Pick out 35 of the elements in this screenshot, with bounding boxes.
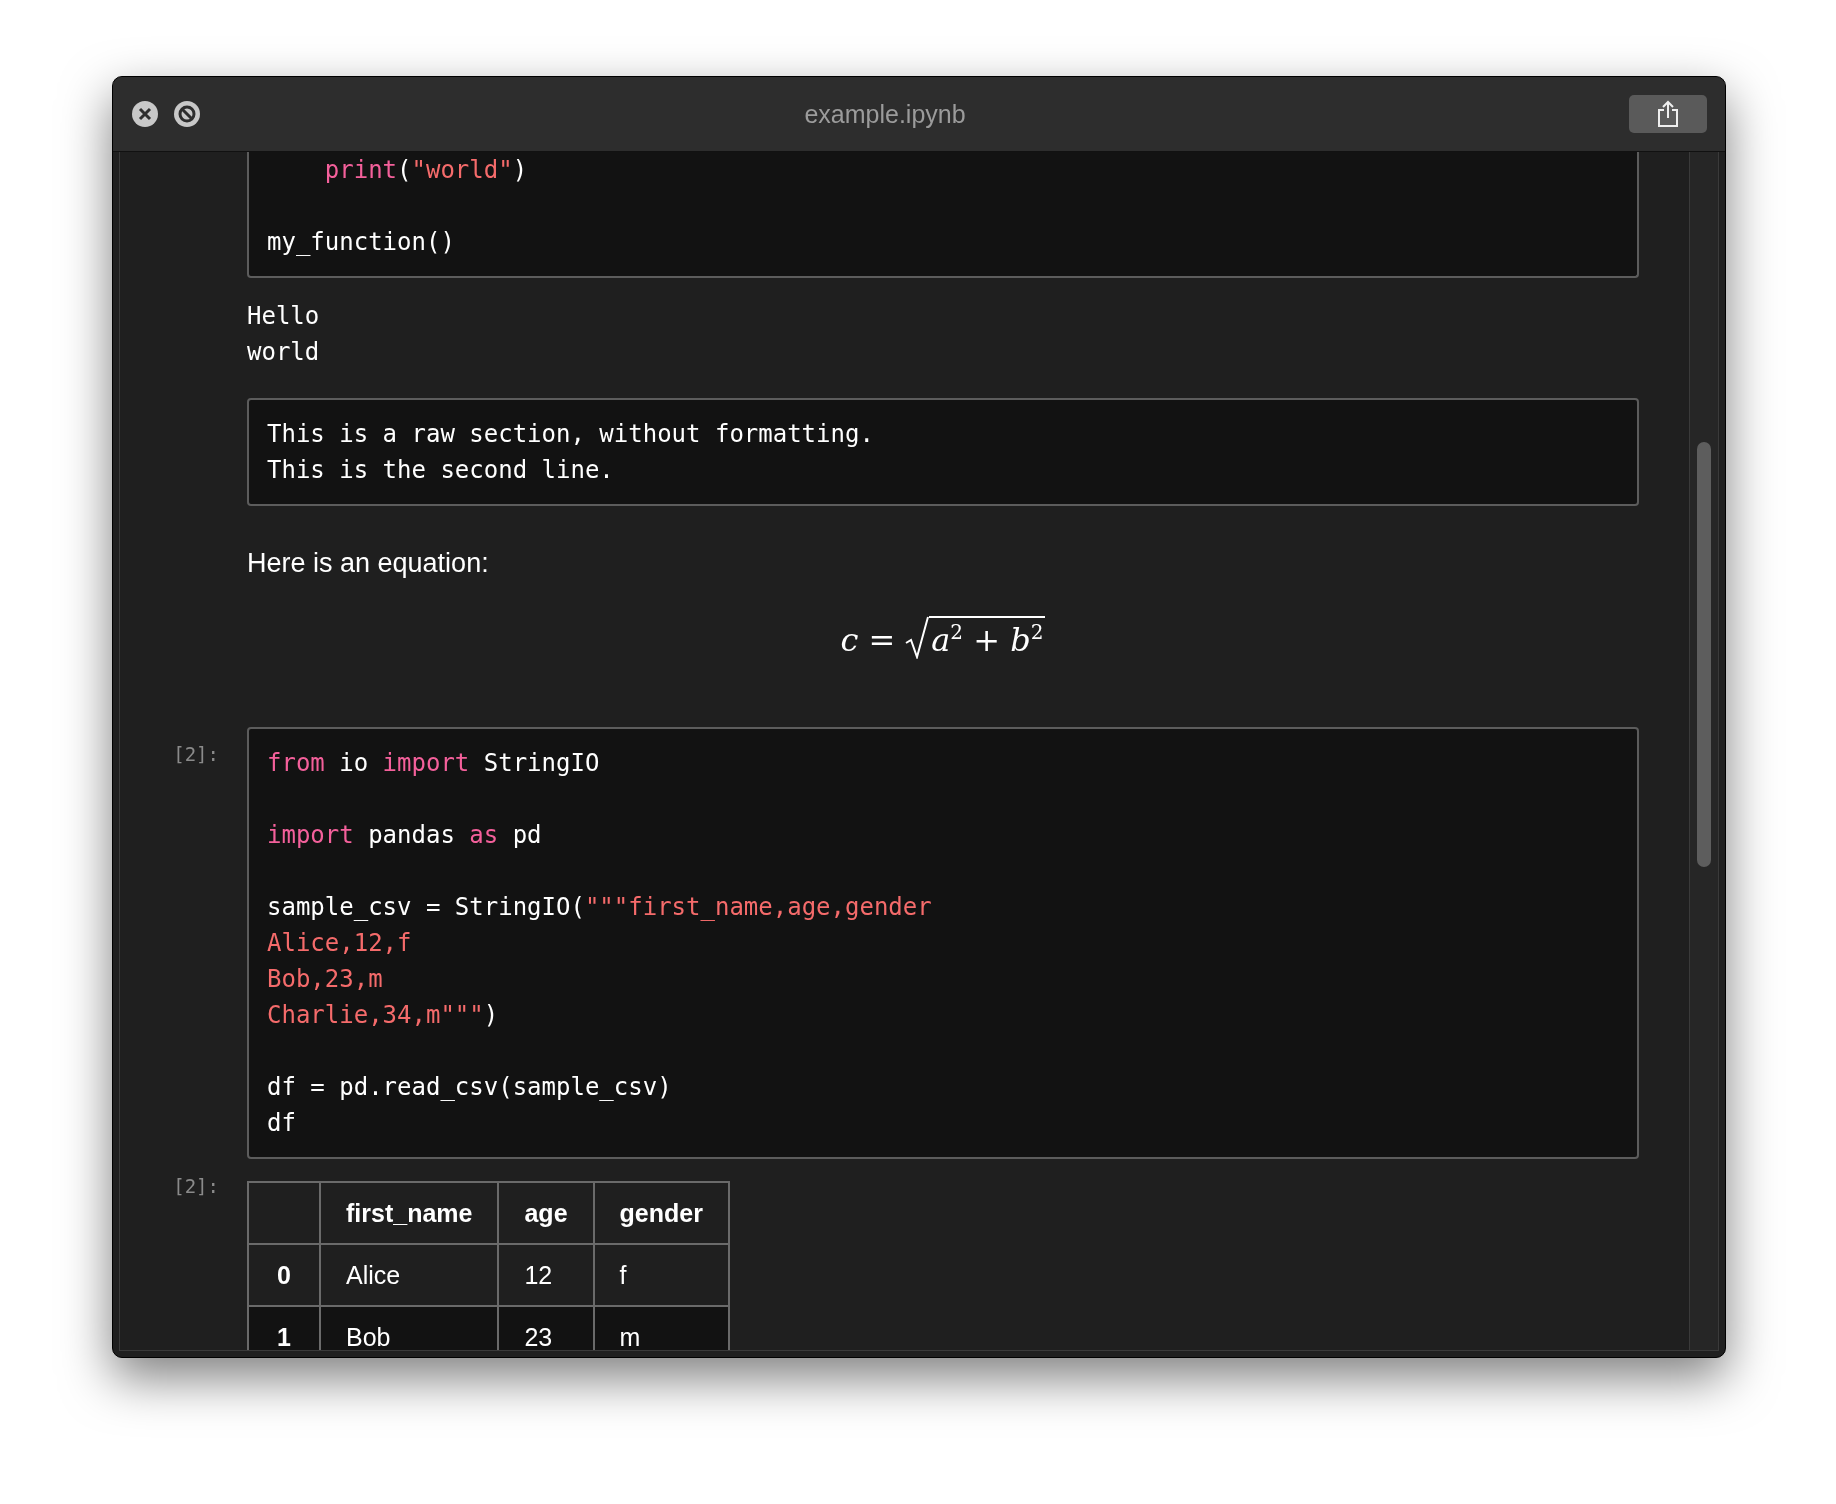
code-line: print("world") bbox=[323, 155, 529, 186]
table-cell: m bbox=[593, 1306, 729, 1350]
code-line: Charlie,34,m""") bbox=[267, 1000, 500, 1031]
code-line: sample_csv = StringIO("""first_name,age,gender bbox=[267, 892, 933, 923]
table-header: gender bbox=[593, 1182, 729, 1244]
code-line: Bob,23,m bbox=[267, 964, 384, 995]
raw-line: This is the second line. bbox=[267, 455, 615, 486]
scrollbar-thumb[interactable] bbox=[1697, 442, 1711, 867]
code-line: df bbox=[267, 1108, 297, 1139]
code-line: my_function() bbox=[267, 227, 456, 258]
slashed-circle-icon[interactable] bbox=[173, 100, 201, 128]
code-cell[interactable]: from io import StringIO import pandas as pd sample_csv = StringIO("""first_name,age,gender Alice,12,f Bob,23,m Charlie,34,m""") df = pd.read_csv(sample_csv) df bbox=[247, 727, 1639, 1159]
code-line: from io import StringIO bbox=[267, 748, 601, 779]
equation: c = a$^{2}$ + b$^{2}$ bbox=[247, 579, 1639, 727]
table-cell: Bob bbox=[320, 1306, 499, 1350]
window-title: example.ipynb bbox=[803, 99, 967, 129]
cell-prompt: [2]: bbox=[172, 1174, 220, 1199]
share-icon bbox=[1657, 100, 1679, 128]
share-button[interactable] bbox=[1629, 95, 1707, 133]
radical-sign-icon bbox=[905, 615, 930, 659]
output-line: Hello bbox=[247, 302, 320, 330]
cell-prompt: [2]: bbox=[172, 742, 220, 767]
row-index: 1 bbox=[248, 1306, 320, 1350]
table-cell: 23 bbox=[498, 1306, 594, 1350]
code-line: df = pd.read_csv(sample_csv) bbox=[267, 1072, 673, 1103]
output-line: world bbox=[247, 338, 320, 366]
table-header: first_name bbox=[320, 1182, 499, 1244]
raw-cell[interactable]: This is a raw section, without formatting. This is the second line. bbox=[247, 398, 1639, 506]
code-cell[interactable]: print("world") my_function() bbox=[247, 152, 1639, 278]
raw-line: This is a raw section, without formatting. bbox=[267, 419, 875, 450]
markdown-text: Here is an equation: bbox=[247, 548, 489, 578]
code-line: Alice,12,f bbox=[267, 928, 413, 959]
table-header: age bbox=[498, 1182, 594, 1244]
close-icon[interactable] bbox=[131, 100, 159, 128]
code-line: import pandas as pd bbox=[267, 820, 543, 851]
